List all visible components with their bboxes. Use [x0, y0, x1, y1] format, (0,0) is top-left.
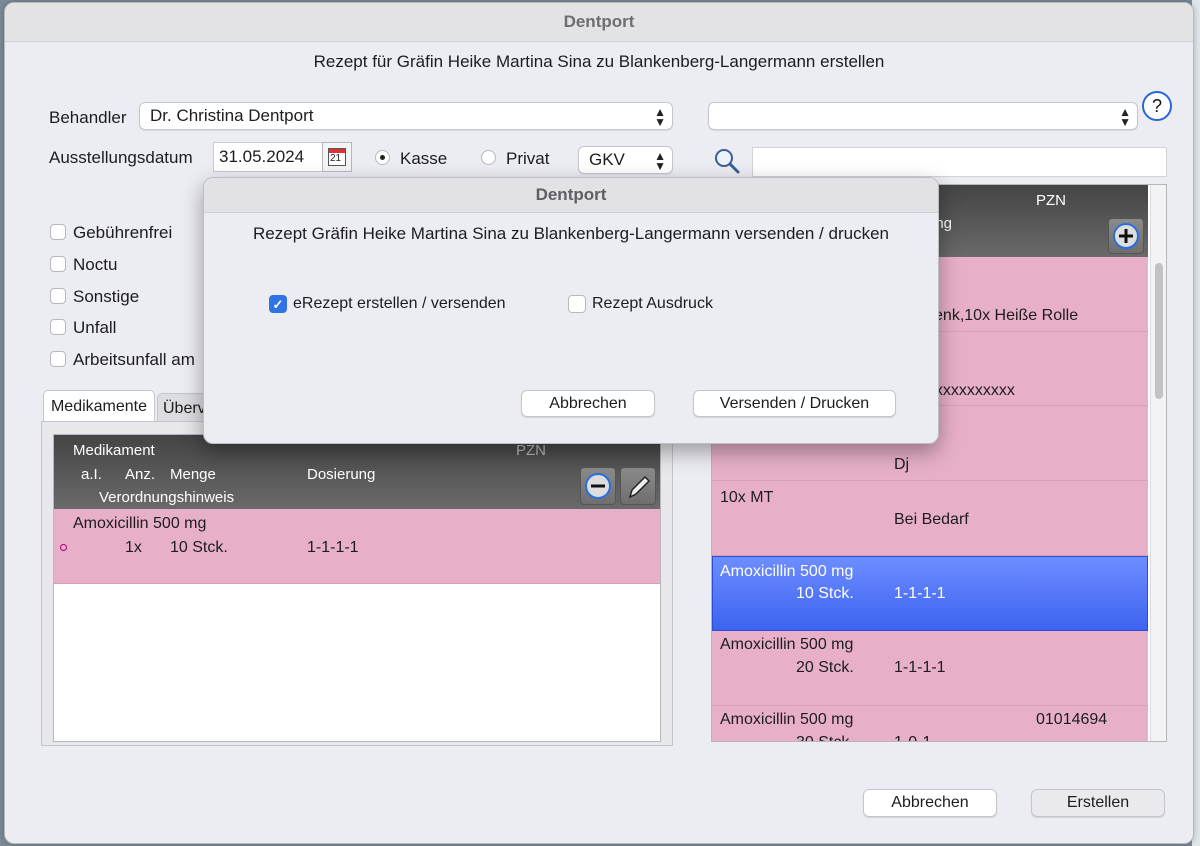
status-dot-icon: [60, 544, 67, 551]
row-line2: Dj: [894, 456, 910, 473]
row-dose: 1-1-1-1: [894, 585, 946, 602]
erezept-checkbox[interactable]: ✓: [269, 295, 287, 313]
send-print-dialog: Dentport Rezept Gräfin Heike Martina Sin…: [203, 177, 939, 444]
chevron-updown-icon: ▲ ▼: [1119, 105, 1131, 129]
row-menge: 10 Stck.: [170, 539, 228, 556]
kasse-radio[interactable]: [375, 150, 390, 165]
row-dose: 1-0-1: [894, 734, 931, 741]
row-line1: Amoxicillin 500 mg: [720, 636, 854, 653]
send-print-button[interactable]: Versenden / Drucken: [693, 390, 896, 417]
erezept-label: eRezept erstellen / versenden: [293, 295, 506, 312]
row-pzn: 01014694: [1036, 711, 1108, 728]
date-label: Ausstellungsdatum: [49, 148, 193, 167]
row-dose: 1-1-1-1: [894, 659, 946, 676]
edit-pencil-icon[interactable]: [620, 467, 656, 505]
create-button[interactable]: Erstellen: [1031, 789, 1165, 817]
unfall-label: Unfall: [73, 318, 117, 337]
col-dosierung: Dosierung: [307, 466, 376, 483]
noctu-checkbox[interactable]: [50, 256, 66, 272]
col-menge: Menge: [170, 466, 216, 483]
history-row[interactable]: Amoxicillin 500 mg 20 Stck. 1-1-1-1: [712, 631, 1148, 706]
row-line1: Amoxicillin 500 mg: [720, 563, 854, 580]
sonstige-label: Sonstige: [73, 287, 140, 306]
privat-radio[interactable]: [481, 150, 496, 165]
unfall-checkbox[interactable]: [50, 319, 66, 335]
dialog-message: Rezept Gräfin Heike Martina Sina zu Blan…: [253, 224, 889, 243]
dialog-title: Dentport: [204, 178, 938, 213]
arbeitsunfall-label: Arbeitsunfall am: [73, 350, 195, 369]
row-qty: 10 Stck.: [796, 585, 854, 602]
date-field[interactable]: 31.05.2024: [213, 142, 323, 172]
behandler-value: Dr. Christina Dentport: [150, 106, 314, 125]
search-input[interactable]: [752, 147, 1167, 177]
noctu-label: Noctu: [73, 255, 118, 274]
remove-button[interactable]: [580, 467, 616, 505]
tab-medikamente[interactable]: Medikamente: [43, 390, 155, 422]
row-anz: 1x: [125, 539, 142, 556]
row-qty: 20 Stck.: [796, 659, 854, 676]
row-line1: 10x MT: [720, 489, 774, 506]
row-dosierung: 1-1-1-1: [307, 539, 359, 556]
behandler-select[interactable]: Dr. Christina Dentport ▲ ▼: [139, 102, 673, 130]
page-heading: Rezept für Gräfin Heike Martina Sina zu …: [313, 52, 885, 71]
col-medikament: Medikament: [73, 442, 155, 459]
history-row-selected[interactable]: Amoxicillin 500 mg 10 Stck. 1-1-1-1: [712, 556, 1148, 631]
chevron-updown-icon: ▲ ▼: [654, 149, 666, 173]
chevron-updown-icon: ▲ ▼: [654, 105, 666, 129]
gebuehrenfrei-checkbox[interactable]: [50, 224, 66, 240]
help-button[interactable]: ?: [1142, 91, 1172, 121]
window-title: Dentport: [5, 3, 1193, 42]
insurance-select[interactable]: GKV ▲ ▼: [578, 146, 673, 174]
col-verordnungshinweis: Verordnungshinweis: [99, 489, 235, 506]
calendar-day: 21: [330, 153, 342, 164]
col-pzn: PZN: [1036, 192, 1066, 209]
dialog-cancel-button[interactable]: Abbrechen: [521, 390, 655, 417]
history-scrollbar[interactable]: [1150, 185, 1166, 741]
gebuehrenfrei-label: Gebührenfrei: [73, 223, 173, 242]
ausdruck-checkbox[interactable]: [568, 295, 586, 313]
row-qty: 30 Stck.: [796, 734, 854, 741]
table-row[interactable]: Amoxicillin 500 mg 1x 10 Stck. 1-1-1-1: [54, 509, 660, 584]
row-line1: Amoxicillin 500 mg: [720, 711, 854, 728]
tab-ueberweisung[interactable]: Überv: [157, 393, 207, 422]
history-row[interactable]: Amoxicillin 500 mg 01014694 30 Stck. 1-0…: [712, 706, 1148, 741]
add-button[interactable]: [1108, 218, 1144, 254]
calendar-button[interactable]: 21: [322, 142, 352, 172]
insurance-value: GKV: [589, 150, 625, 169]
history-row[interactable]: 10x MT Bei Bedarf: [712, 481, 1148, 556]
secondary-select[interactable]: ▲ ▼: [708, 102, 1138, 130]
col-anz: Anz.: [125, 466, 156, 483]
col-al: a.I.: [81, 466, 102, 483]
medikamente-table: Medikament PZN a.I. Anz. Menge Dosierung…: [53, 434, 661, 742]
scrollbar-thumb[interactable]: [1155, 263, 1163, 399]
search-icon[interactable]: [713, 147, 741, 175]
privat-label: Privat: [506, 149, 550, 168]
row-line2: Bei Bedarf: [894, 511, 969, 528]
arbeitsunfall-checkbox[interactable]: [50, 351, 66, 367]
col-pzn: PZN: [516, 442, 546, 459]
table-header: Medikament PZN a.I. Anz. Menge Dosierung…: [54, 435, 660, 509]
ausdruck-label: Rezept Ausdruck: [592, 295, 713, 312]
cancel-button[interactable]: Abbrechen: [863, 789, 997, 817]
row-name: Amoxicillin 500 mg: [73, 515, 207, 532]
sonstige-checkbox[interactable]: [50, 288, 66, 304]
behandler-label: Behandler: [49, 108, 127, 127]
calendar-icon: 21: [328, 148, 346, 166]
kasse-label: Kasse: [400, 149, 448, 168]
